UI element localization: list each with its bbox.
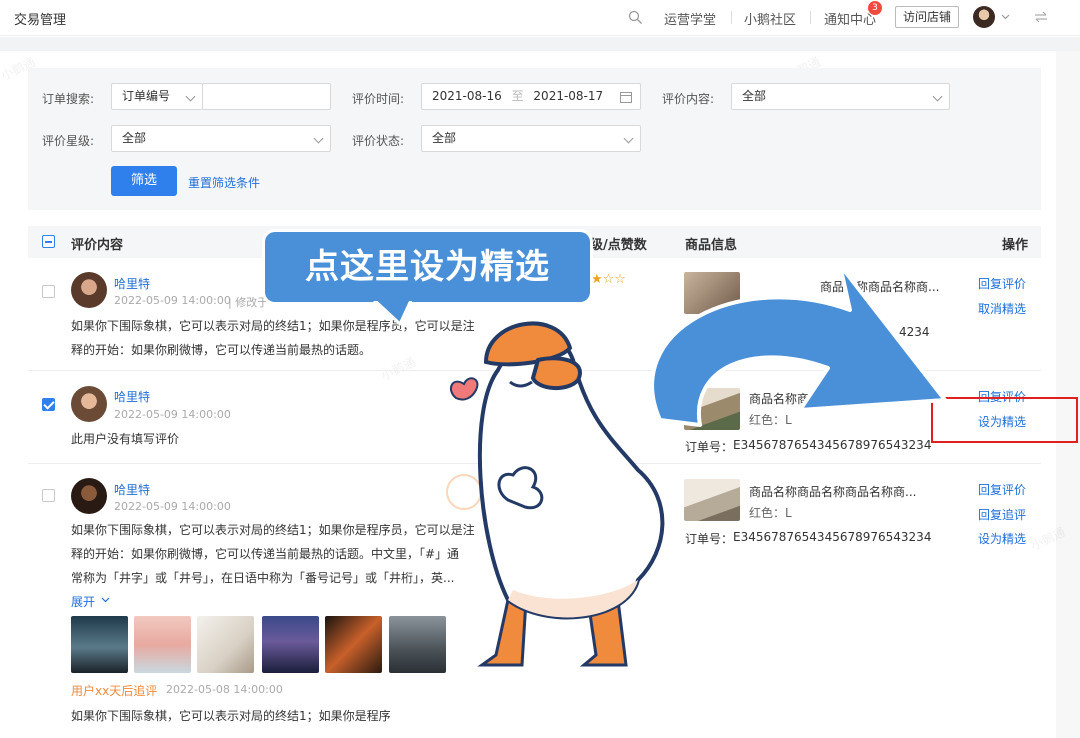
review-text: 如果你下围际象棋，它可以表示对局的终结1；如果你是程序员，它可以是注 释的开始：如… — [71, 523, 475, 585]
callout-tail-icon — [372, 298, 412, 326]
date-end: 2021-08-17 — [533, 89, 604, 103]
review-text: 此用户没有填写评价 — [71, 432, 180, 446]
review-content-label: 评价内容: — [662, 92, 715, 106]
goose-mascot-icon — [449, 321, 665, 667]
select-all-checkbox[interactable] — [42, 235, 55, 248]
review-content-select[interactable]: 全部 — [731, 83, 950, 110]
review-modified: | 修改于 — [228, 296, 269, 309]
followup-label: 用户xx天后追评 — [71, 684, 158, 698]
avatar — [71, 478, 107, 514]
review-time: 2022-05-09 14:00:00 — [114, 500, 231, 513]
nav-community[interactable]: 小鹅社区 — [744, 9, 796, 28]
rating-label: 评价星级: — [42, 134, 95, 148]
rating-select[interactable]: 全部 — [111, 125, 331, 152]
chevron-down-icon[interactable] — [1001, 13, 1010, 21]
nav-operations-academy[interactable]: 运营学堂 — [664, 9, 716, 28]
reset-filters-link[interactable]: 重置筛选条件 — [188, 174, 260, 191]
top-bar: 交易管理 运营学堂 小鹅社区 通知中心 3 访问店铺 — [0, 0, 1080, 36]
reviewer-name[interactable]: 哈里特 — [114, 388, 150, 405]
search-icon[interactable] — [628, 10, 643, 25]
review-time: 2022-05-09 14:00:00 — [114, 408, 231, 421]
filter-button[interactable]: 筛选 — [111, 166, 177, 196]
order-number: E3456787654345678976543234 — [733, 530, 932, 544]
notification-badge: 3 — [868, 1, 882, 15]
visit-store-button[interactable]: 访问店铺 — [895, 6, 959, 28]
reviewer-name[interactable]: 哈里特 — [114, 275, 150, 292]
expand-link[interactable]: 展开 — [71, 593, 95, 610]
date-range-picker[interactable]: 2021-08-16 至 2021-08-17 — [421, 83, 641, 110]
reply-review-button[interactable]: 回复评价 — [978, 481, 1026, 498]
order-type-select[interactable]: 订单编号 — [111, 83, 203, 110]
avatar — [71, 272, 107, 308]
reply-review-button[interactable]: 回复评价 — [978, 275, 1026, 292]
cancel-featured-button[interactable]: 取消精选 — [978, 300, 1026, 317]
right-gutter — [1056, 51, 1080, 738]
chevron-down-icon[interactable] — [101, 596, 110, 604]
col-review: 评价内容 — [71, 238, 124, 253]
top-bar-shadow — [0, 37, 1080, 51]
order-search-input[interactable] — [202, 83, 331, 110]
reply-followup-button[interactable]: 回复追评 — [978, 506, 1026, 523]
review-time-label: 评价时间: — [352, 92, 405, 106]
review-text: 如果你下围际象棋，它可以表示对局的终结1；如果你是程序员，它可以是注 释的开始：如… — [71, 319, 475, 357]
review-photo[interactable] — [71, 616, 128, 673]
order-search-label: 订单搜索: — [42, 92, 95, 106]
followup-time: 2022-05-08 14:00:00 — [166, 683, 283, 696]
page-title: 交易管理 — [14, 13, 67, 28]
col-ops: 操作 — [1002, 238, 1029, 253]
user-avatar[interactable] — [973, 6, 995, 28]
reviewer-name[interactable]: 哈里特 — [114, 481, 150, 498]
row-checkbox[interactable] — [42, 489, 55, 502]
avatar — [71, 386, 107, 422]
set-featured-button[interactable]: 设为精选 — [978, 530, 1026, 547]
divider — [810, 11, 811, 24]
divider — [731, 11, 732, 24]
review-time: 2022-05-09 14:00:00 — [114, 294, 231, 307]
callout-bubble: 点这里设为精选 — [265, 232, 590, 302]
review-photo[interactable] — [262, 616, 319, 673]
date-to: 至 — [511, 89, 524, 103]
calendar-icon — [620, 92, 632, 103]
review-photo[interactable] — [325, 616, 382, 673]
row-checkbox[interactable] — [42, 285, 55, 298]
review-photo[interactable] — [197, 616, 254, 673]
followup-text: 如果你下围际象棋，它可以表示对局的终结1；如果你是程序 — [71, 709, 391, 723]
status-select[interactable]: 全部 — [421, 125, 641, 152]
date-start: 2021-08-16 — [432, 89, 502, 103]
review-photo[interactable] — [134, 616, 191, 673]
status-label: 评价状态: — [352, 134, 405, 148]
switch-icon[interactable] — [1034, 10, 1048, 24]
row-checkbox[interactable] — [42, 398, 55, 411]
